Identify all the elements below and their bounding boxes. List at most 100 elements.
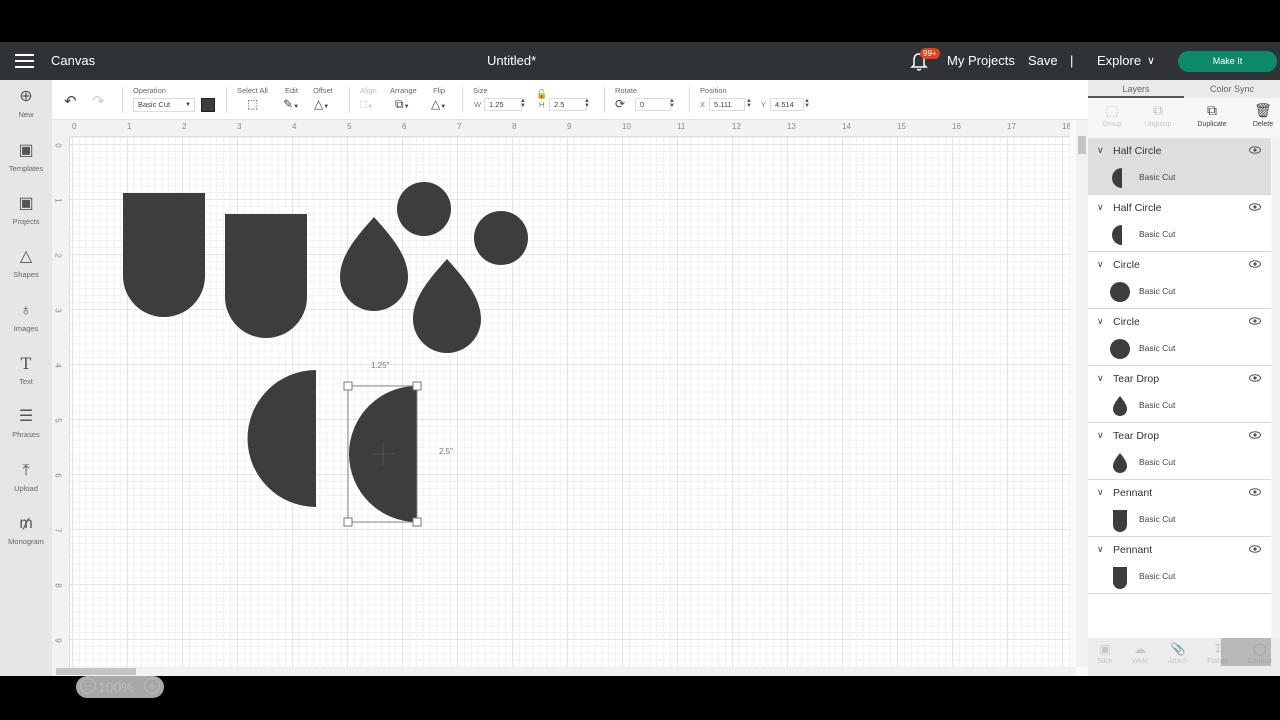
make-it-button[interactable]: Make It bbox=[1178, 51, 1277, 72]
layer-item[interactable]: ∨ Tear Drop Basic Cut bbox=[1088, 423, 1271, 480]
y-stepper[interactable]: ▲ ▼ bbox=[804, 98, 810, 109]
layer-item[interactable]: ∨ Tear Drop Basic Cut bbox=[1088, 366, 1271, 423]
chevron-down-icon[interactable]: ∨ bbox=[1097, 373, 1104, 384]
layer-item[interactable]: ∨ Half Circle Basic Cut bbox=[1088, 138, 1271, 195]
chevron-down-icon[interactable]: ∨ bbox=[1147, 54, 1155, 67]
height-input[interactable]: 2.5 bbox=[549, 98, 587, 111]
layers-scrollbar[interactable] bbox=[1272, 138, 1280, 638]
sidebar-item-shapes[interactable]: △ Shapes bbox=[0, 248, 52, 298]
horizontal-scrollbar[interactable] bbox=[52, 667, 1076, 676]
height-stepper[interactable]: ▲ ▼ bbox=[584, 98, 590, 109]
redo-icon[interactable]: ↷ bbox=[92, 92, 105, 110]
tear-drop-shape[interactable] bbox=[340, 217, 408, 311]
layer-item[interactable]: ∨ Half Circle Basic Cut bbox=[1088, 195, 1271, 252]
chevron-down-icon[interactable]: ∨ bbox=[1097, 202, 1104, 213]
scroll-thumb[interactable] bbox=[1078, 136, 1086, 154]
align-icon[interactable]: □▼ bbox=[360, 97, 373, 111]
width-input[interactable]: 1.25 bbox=[484, 98, 522, 111]
sidebar-item-projects[interactable]: ▣ Projects bbox=[0, 195, 52, 245]
my-projects-link[interactable]: My Projects bbox=[947, 53, 1015, 68]
sidebar-item-images[interactable]: ♁ Images bbox=[0, 302, 52, 352]
chevron-down-icon[interactable]: ∨ bbox=[1097, 145, 1104, 156]
sidebar-item-text[interactable]: T Text bbox=[0, 355, 52, 405]
layer-item[interactable]: ∨ Pennant Basic Cut bbox=[1088, 537, 1271, 594]
chevron-down-icon[interactable]: ∨ bbox=[1097, 430, 1104, 441]
eye-icon[interactable] bbox=[1249, 260, 1261, 268]
duplicate-button[interactable]: ⧉ Duplicate bbox=[1188, 102, 1236, 128]
circle-shape[interactable] bbox=[397, 182, 451, 236]
tab-color-sync[interactable]: Color Sync bbox=[1184, 80, 1280, 98]
sidebar-item-phrases[interactable]: ☰ Phrases bbox=[0, 408, 52, 458]
chevron-down-icon[interactable]: ∨ bbox=[1097, 544, 1104, 555]
chevron-down-icon[interactable]: ∨ bbox=[1097, 487, 1104, 498]
align-label: Align bbox=[360, 86, 377, 95]
scroll-thumb[interactable] bbox=[56, 668, 136, 675]
eye-icon[interactable] bbox=[1249, 488, 1261, 496]
pennant-shape[interactable] bbox=[123, 193, 205, 317]
chevron-down-icon[interactable]: ∨ bbox=[1097, 316, 1104, 327]
sidebar-item-upload[interactable]: ⤒ Upload bbox=[0, 462, 52, 512]
eye-icon[interactable] bbox=[1249, 374, 1261, 382]
chevron-down-icon[interactable]: ∨ bbox=[1097, 259, 1104, 270]
layer-item[interactable]: ∨ Circle Basic Cut bbox=[1088, 309, 1271, 366]
half-circle-shape[interactable] bbox=[247, 370, 316, 507]
flip-label: Flip bbox=[433, 86, 446, 95]
group-button[interactable]: ⬚ Group bbox=[1088, 102, 1136, 128]
rotate-input[interactable]: 0 bbox=[635, 98, 671, 111]
save-button[interactable]: Save bbox=[1028, 53, 1058, 68]
vertical-scrollbar[interactable] bbox=[1076, 120, 1088, 667]
attach-button[interactable]: 📎 Attach bbox=[1159, 642, 1197, 665]
rotate-stepper[interactable]: ▲ ▼ bbox=[669, 98, 675, 109]
document-title[interactable]: Untitled* bbox=[487, 53, 536, 68]
pennant-shape[interactable] bbox=[225, 214, 307, 338]
ruler-tick-label: 8 bbox=[53, 583, 63, 588]
tab-layers[interactable]: Layers bbox=[1088, 80, 1184, 98]
y-position-input[interactable]: 4.514 bbox=[770, 98, 804, 111]
layer-name: Tear Drop bbox=[1113, 373, 1160, 385]
sidebar-item-monogram[interactable]: ₥ Monogram bbox=[0, 515, 52, 565]
eye-icon[interactable] bbox=[1249, 545, 1261, 553]
eye-icon[interactable] bbox=[1249, 317, 1261, 325]
resize-handle[interactable] bbox=[343, 381, 353, 391]
color-swatch[interactable] bbox=[201, 98, 215, 112]
canvas-grid[interactable]: 1.25" 2.5" bbox=[70, 137, 1070, 667]
resize-handle[interactable] bbox=[343, 517, 353, 527]
sidebar-item-new[interactable]: ⊕ New bbox=[0, 88, 52, 138]
zoom-out-button[interactable]: − bbox=[80, 678, 96, 694]
slice-label: Slice bbox=[1097, 658, 1113, 665]
flip-icon[interactable]: △▼ bbox=[431, 97, 446, 111]
delete-button[interactable]: 🗑 Delete bbox=[1239, 102, 1280, 128]
sidebar-item-templates[interactable]: ▣ Templates bbox=[0, 142, 52, 192]
eye-icon[interactable] bbox=[1249, 203, 1261, 211]
layer-item[interactable]: ∨ Circle Basic Cut bbox=[1088, 252, 1271, 309]
lock-icon[interactable]: 🔓 bbox=[536, 89, 547, 100]
arrange-icon[interactable]: ⧉▼ bbox=[395, 97, 410, 112]
sidebar-item-label: Phrases bbox=[12, 430, 40, 439]
zoom-control: − 100% + bbox=[76, 676, 164, 698]
layer-item[interactable]: ∨ Pennant Basic Cut bbox=[1088, 480, 1271, 537]
select-all-icon[interactable]: ⬚ bbox=[247, 97, 258, 111]
ungroup-button[interactable]: ⧉ Ungroup bbox=[1134, 102, 1182, 128]
eye-icon[interactable] bbox=[1249, 431, 1261, 439]
x-stepper[interactable]: ▲ ▼ bbox=[746, 98, 752, 109]
menu-icon[interactable] bbox=[15, 54, 34, 68]
eye-icon[interactable] bbox=[1249, 146, 1261, 154]
zoom-in-button[interactable]: + bbox=[144, 678, 160, 694]
weld-button[interactable]: ☁ Weld bbox=[1121, 642, 1159, 665]
operation-select[interactable]: Basic Cut ▼ bbox=[133, 98, 195, 112]
slice-button[interactable]: ▣ Slice bbox=[1086, 642, 1124, 665]
video-overlay bbox=[1221, 638, 1271, 666]
design-canvas[interactable]: 0123456789101112131415161718 0123456789 bbox=[52, 120, 1088, 698]
width-stepper[interactable]: ▲ ▼ bbox=[520, 98, 526, 109]
rotate-icon[interactable]: ⟳ bbox=[615, 97, 625, 111]
pencil-icon[interactable]: ✎▼ bbox=[283, 97, 299, 111]
circle-shape[interactable] bbox=[474, 211, 528, 265]
undo-icon[interactable]: ↶ bbox=[64, 92, 77, 110]
offset-icon[interactable]: △▼ bbox=[314, 97, 329, 111]
edit-label: Edit bbox=[285, 86, 298, 95]
resize-handle[interactable] bbox=[412, 517, 422, 527]
tear-drop-shape[interactable] bbox=[413, 259, 481, 353]
resize-handle[interactable] bbox=[412, 381, 422, 391]
x-position-input[interactable]: 5.111 bbox=[709, 98, 745, 111]
explore-menu[interactable]: Explore bbox=[1097, 53, 1141, 68]
